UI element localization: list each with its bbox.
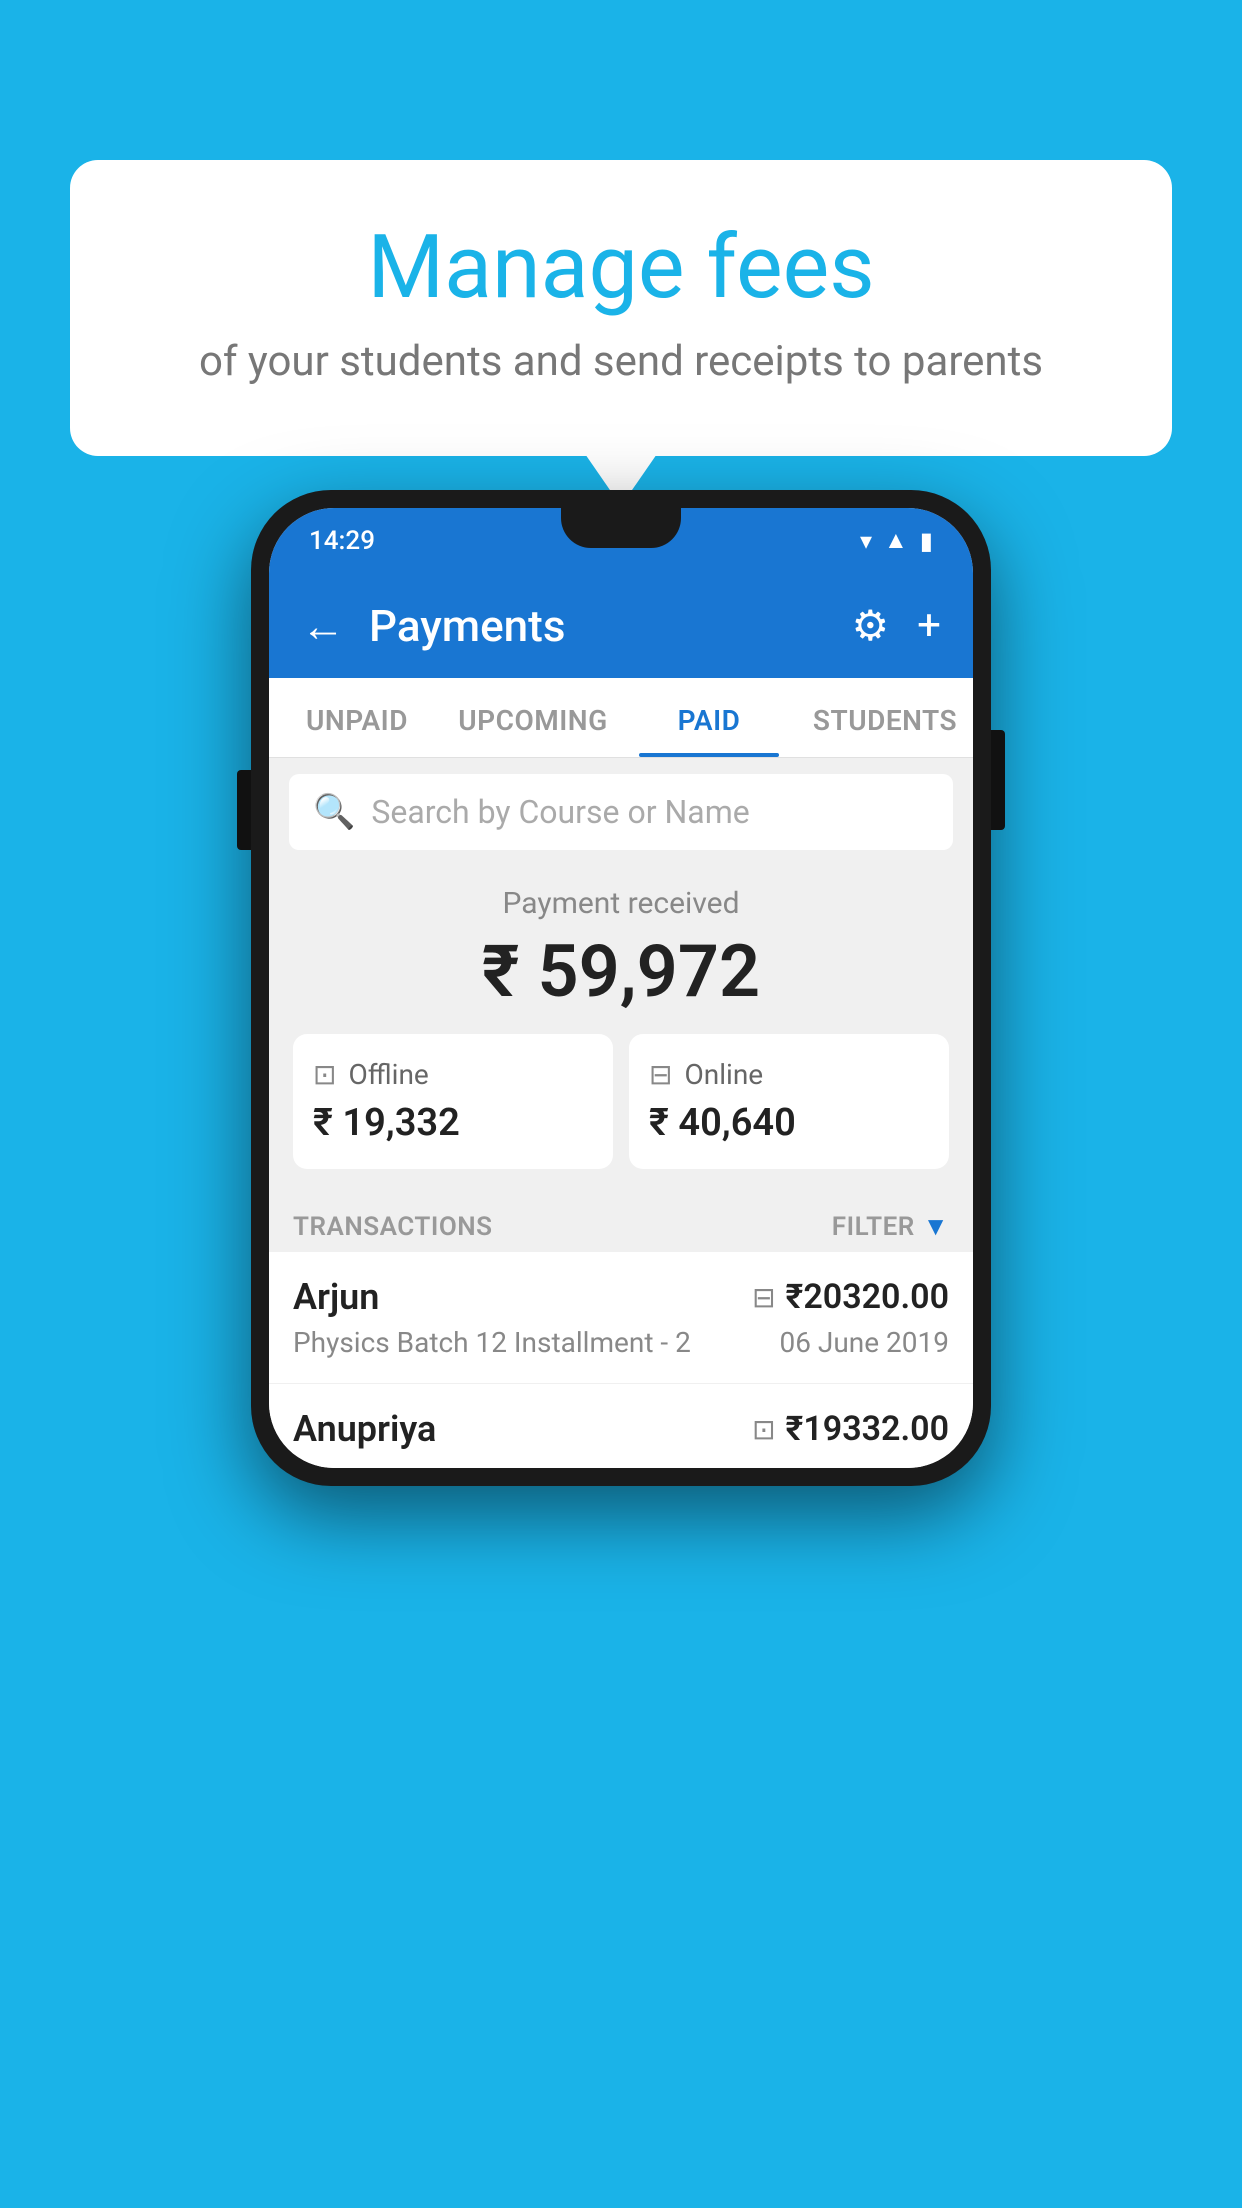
status-time: 14:29 [309, 526, 375, 556]
transaction-row-bottom: Physics Batch 12 Installment - 2 06 June… [293, 1326, 949, 1359]
payment-summary: Payment received ₹ 59,972 ⊡ Offline ₹ 19… [269, 866, 973, 1193]
transaction-row-top: Anupriya ⊡ ₹19332.00 [293, 1408, 949, 1450]
status-bar: 14:29 ▾ ▲ ▮ [269, 508, 973, 573]
search-placeholder: Search by Course or Name [371, 793, 749, 831]
transactions-header: TRANSACTIONS FILTER ▼ [269, 1193, 973, 1252]
tab-students[interactable]: STUDENTS [797, 678, 973, 757]
transaction-amount: ₹19332.00 [786, 1409, 949, 1449]
bubble-title: Manage fees [120, 220, 1122, 317]
back-button[interactable]: ← [301, 600, 345, 652]
tab-paid[interactable]: PAID [621, 678, 797, 757]
phone-shell: 14:29 ▾ ▲ ▮ ← Payments ⚙ + UNPAID UPCO [251, 490, 991, 1486]
app-bar: ← Payments ⚙ + [269, 573, 973, 678]
battery-icon: ▮ [920, 527, 933, 555]
offline-card: ⊡ Offline ₹ 19,332 [293, 1034, 613, 1169]
transaction-row[interactable]: Arjun ⊟ ₹20320.00 Physics Batch 12 Insta… [269, 1252, 973, 1384]
online-icon: ⊟ [649, 1058, 672, 1091]
phone-screen: 14:29 ▾ ▲ ▮ ← Payments ⚙ + UNPAID UPCO [269, 508, 973, 1468]
offline-icon: ⊡ [313, 1058, 336, 1091]
search-box[interactable]: 🔍 Search by Course or Name [289, 774, 953, 850]
tab-upcoming[interactable]: UPCOMING [445, 678, 621, 757]
transaction-amount: ₹20320.00 [786, 1277, 949, 1317]
payment-total-amount: ₹ 59,972 [293, 929, 949, 1014]
status-icons: ▾ ▲ ▮ [860, 526, 933, 555]
offline-card-header: ⊡ Offline [313, 1058, 593, 1091]
offline-label: Offline [348, 1058, 428, 1091]
online-card-header: ⊟ Online [649, 1058, 929, 1091]
filter-label: FILTER [832, 1212, 915, 1242]
online-amount: ₹ 40,640 [649, 1101, 929, 1145]
payment-received-label: Payment received [293, 886, 949, 921]
filter-icon: ▼ [923, 1211, 949, 1242]
filter-button[interactable]: FILTER ▼ [832, 1211, 949, 1242]
plus-icon[interactable]: + [917, 601, 941, 650]
transaction-date: 06 June 2019 [779, 1326, 949, 1359]
notch [561, 508, 681, 548]
transaction-name: Arjun [293, 1276, 379, 1318]
transaction-row[interactable]: Anupriya ⊡ ₹19332.00 [269, 1384, 973, 1468]
transactions-label: TRANSACTIONS [293, 1212, 493, 1242]
transaction-amount-row: ⊟ ₹20320.00 [752, 1277, 949, 1317]
search-icon: 🔍 [313, 792, 355, 832]
search-container: 🔍 Search by Course or Name [269, 758, 973, 866]
phone-wrapper: 14:29 ▾ ▲ ▮ ← Payments ⚙ + UNPAID UPCO [251, 490, 991, 1486]
offline-payment-icon: ⊡ [752, 1413, 775, 1446]
wifi-icon: ▾ [860, 527, 872, 555]
app-bar-icons: ⚙ + [852, 601, 942, 651]
payment-cards: ⊡ Offline ₹ 19,332 ⊟ Online ₹ 40,640 [293, 1034, 949, 1169]
offline-amount: ₹ 19,332 [313, 1101, 593, 1145]
tabs-bar: UNPAID UPCOMING PAID STUDENTS [269, 678, 973, 758]
transaction-name: Anupriya [293, 1408, 436, 1450]
speech-bubble: Manage fees of your students and send re… [70, 160, 1172, 456]
gear-icon[interactable]: ⚙ [852, 601, 890, 651]
transaction-course: Physics Batch 12 Installment - 2 [293, 1326, 691, 1359]
bubble-subtitle: of your students and send receipts to pa… [120, 337, 1122, 386]
transaction-row-top: Arjun ⊟ ₹20320.00 [293, 1276, 949, 1318]
online-card: ⊟ Online ₹ 40,640 [629, 1034, 949, 1169]
tab-unpaid[interactable]: UNPAID [269, 678, 445, 757]
online-payment-icon: ⊟ [752, 1281, 775, 1314]
app-title: Payments [369, 600, 852, 652]
signal-icon: ▲ [884, 526, 908, 555]
online-label: Online [684, 1058, 763, 1091]
transaction-amount-row: ⊡ ₹19332.00 [752, 1409, 949, 1449]
